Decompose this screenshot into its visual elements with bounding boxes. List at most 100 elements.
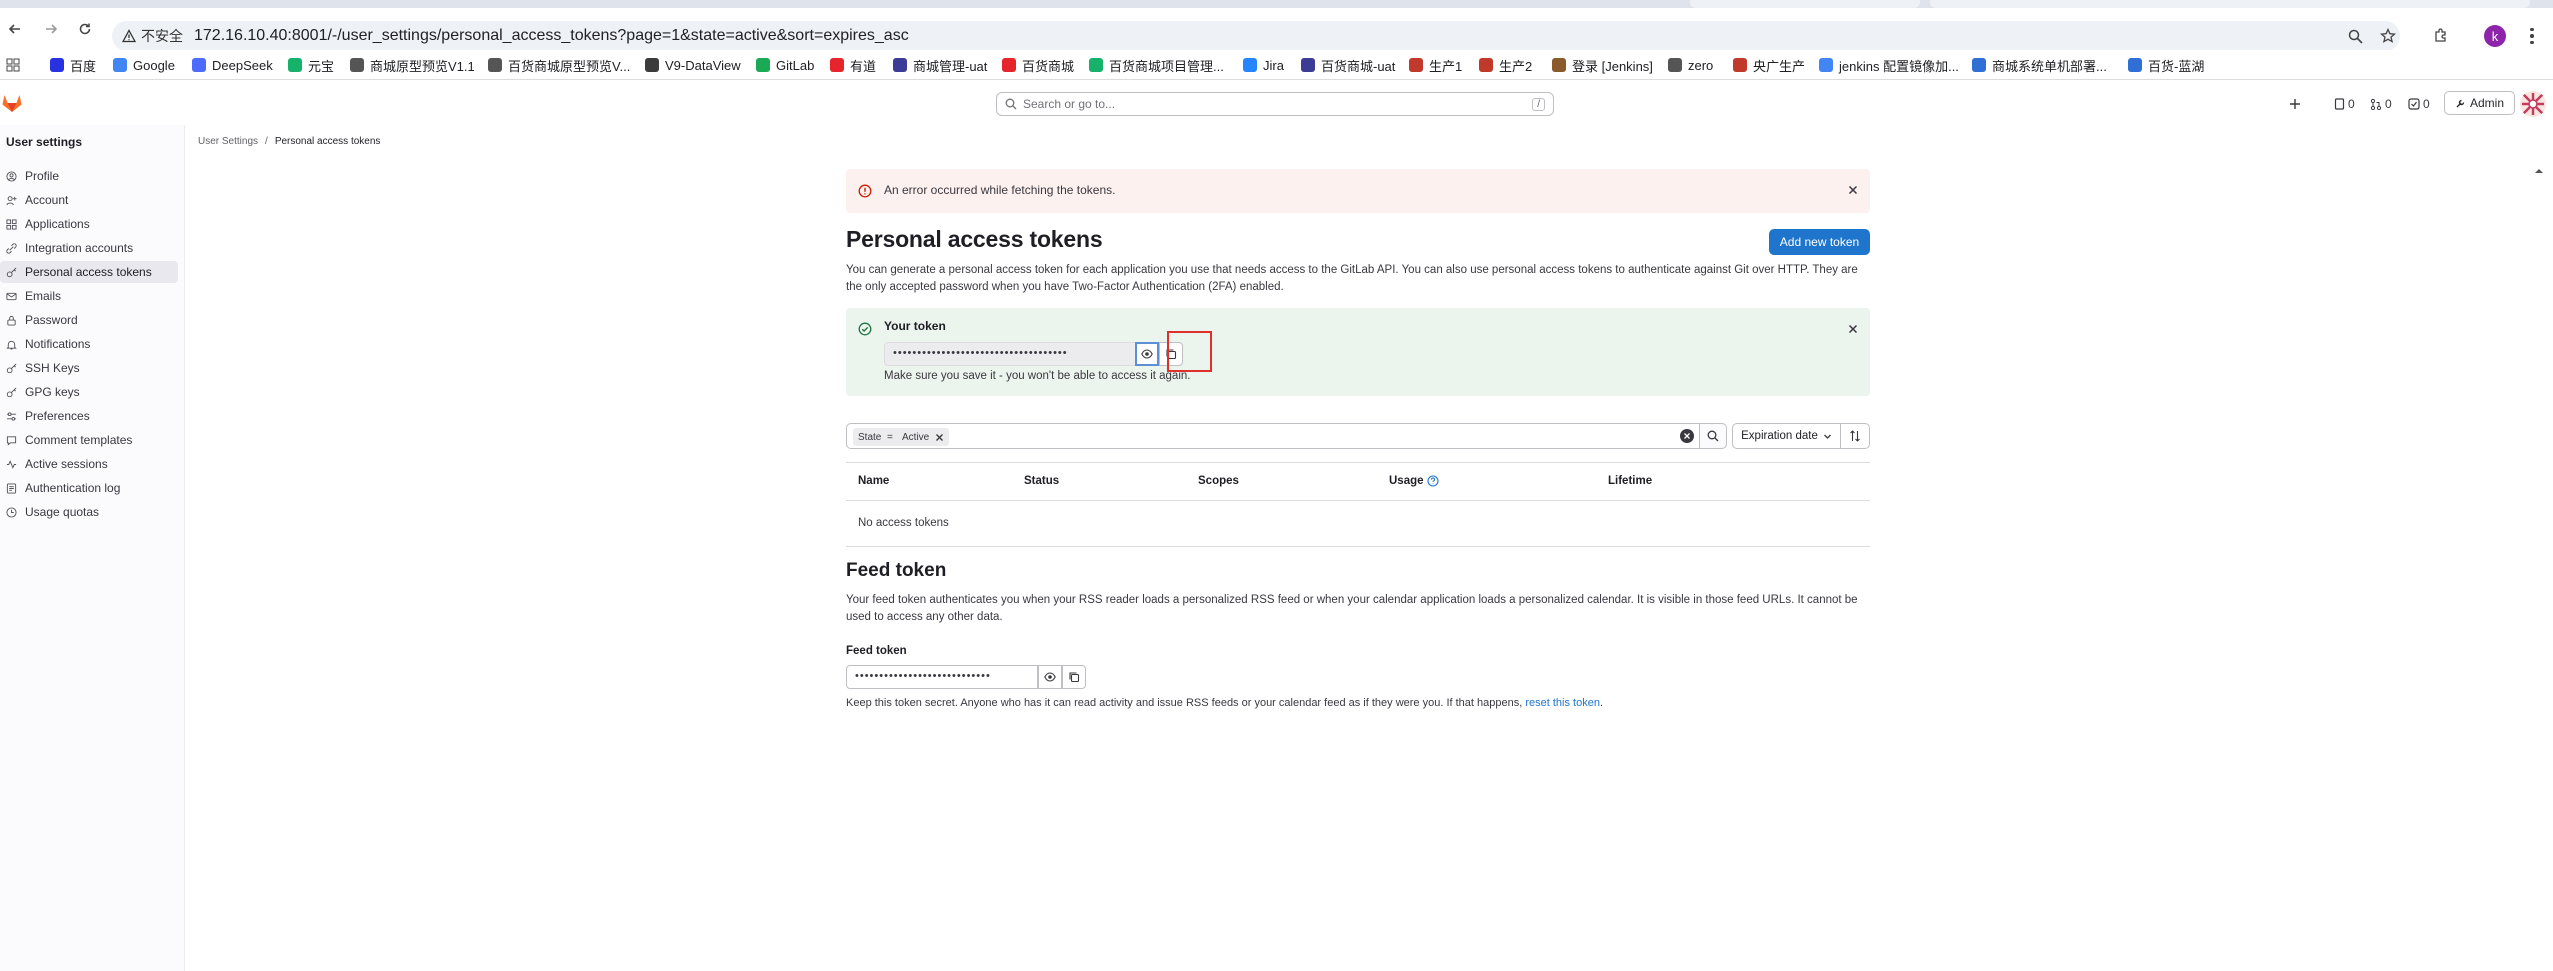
- bookmark-item[interactable]: 百度: [50, 55, 96, 75]
- bookmark-favicon-icon: [1552, 58, 1566, 72]
- url-box[interactable]: 不安全 172.16.10.40:8001/-/user_settings/pe…: [112, 21, 2400, 51]
- eye-icon: [1141, 349, 1153, 359]
- apps-icon[interactable]: [6, 55, 20, 75]
- reveal-feed-token-button[interactable]: [1038, 665, 1062, 689]
- issues-counter[interactable]: 0: [2334, 95, 2355, 113]
- close-icon[interactable]: [1846, 183, 1860, 197]
- column-header-scopes[interactable]: Scopes: [1198, 475, 1239, 487]
- sidebar-item-integration-accounts[interactable]: Integration accounts: [0, 237, 178, 259]
- bookmark-item[interactable]: DeepSeek: [192, 55, 273, 75]
- browser-menu-icon[interactable]: [2524, 25, 2540, 47]
- scroll-up-arrow[interactable]: [2534, 166, 2544, 176]
- global-search[interactable]: Search or go to... /: [996, 92, 1554, 116]
- bookmark-item[interactable]: jenkins 配置镜像加...: [1819, 55, 1959, 75]
- extensions-icon[interactable]: [2430, 25, 2452, 47]
- breadcrumb-current[interactable]: Personal access tokens: [275, 136, 381, 147]
- user-avatar[interactable]: [2520, 91, 2546, 117]
- bookmark-item[interactable]: Google: [113, 55, 175, 75]
- copy-button-highlight: [1167, 331, 1212, 372]
- profile-icon: [6, 170, 17, 182]
- bookmark-item[interactable]: 商城管理-uat: [893, 55, 987, 75]
- token-value-field[interactable]: ••••••••••••••••••••••••••••••••••••: [884, 342, 1176, 366]
- sidebar-item-gpg-keys[interactable]: GPG keys: [0, 381, 178, 403]
- bookmark-item[interactable]: 百货-蓝湖: [2128, 55, 2204, 75]
- reload-button[interactable]: [74, 18, 96, 40]
- copy-feed-token-button[interactable]: [1062, 665, 1086, 689]
- sidebar-item-ssh-keys[interactable]: SSH Keys: [0, 357, 178, 379]
- column-header-name[interactable]: Name: [858, 475, 889, 487]
- column-header-usage[interactable]: Usage: [1389, 475, 1439, 487]
- issues-icon: [2334, 98, 2345, 110]
- sidebar-item-usage-quotas[interactable]: Usage quotas: [0, 501, 178, 523]
- bookmark-star-icon[interactable]: [2377, 25, 2399, 47]
- sort-direction-button[interactable]: [1841, 423, 1870, 449]
- add-new-token-button[interactable]: Add new token: [1769, 229, 1870, 255]
- bookmark-item[interactable]: 百货商城-uat: [1301, 55, 1395, 75]
- todo-icon: [2408, 98, 2420, 110]
- bookmark-item[interactable]: 商城系统单机部署...: [1972, 55, 2107, 75]
- bookmark-item[interactable]: 百货商城项目管理...: [1089, 55, 1224, 75]
- sessions-icon: [6, 459, 17, 469]
- bookmark-item[interactable]: 商城原型预览V1.1: [350, 55, 475, 75]
- bookmark-favicon-icon: [756, 58, 770, 72]
- zoom-icon[interactable]: [2344, 25, 2366, 47]
- remove-filter-icon[interactable]: [935, 433, 944, 442]
- bookmark-label: GitLab: [776, 57, 815, 73]
- bookmark-item[interactable]: 央广生产: [1733, 55, 1805, 75]
- sidebar-item-account[interactable]: Account: [0, 189, 178, 211]
- sidebar-item-comment-templates[interactable]: Comment templates: [0, 429, 178, 451]
- filter-token-value[interactable]: Active: [897, 428, 950, 446]
- bookmark-item[interactable]: 登录 [Jenkins]: [1552, 55, 1653, 75]
- sidebar-item-preferences[interactable]: Preferences: [0, 405, 178, 427]
- bookmark-item[interactable]: GitLab: [756, 55, 814, 75]
- filter-token-key[interactable]: State: [853, 428, 887, 446]
- bookmark-item[interactable]: 生产1: [1409, 55, 1462, 75]
- forward-button[interactable]: [40, 18, 62, 40]
- feed-token-field[interactable]: ••••••••••••••••••••••••••••: [846, 665, 1038, 689]
- breadcrumb-parent[interactable]: User Settings: [198, 136, 258, 147]
- browser-tab[interactable]: [1690, 0, 1920, 8]
- back-button[interactable]: [4, 18, 26, 40]
- column-header-lifetime[interactable]: Lifetime: [1608, 475, 1652, 487]
- security-warning[interactable]: 不安全: [122, 21, 183, 51]
- sidebar-item-authentication-log[interactable]: Authentication log: [0, 477, 178, 499]
- sort-dropdown[interactable]: Expiration date: [1732, 423, 1841, 449]
- reveal-token-button[interactable]: [1135, 342, 1159, 366]
- help-icon[interactable]: [1426, 475, 1439, 487]
- bookmark-label: DeepSeek: [212, 57, 273, 73]
- bookmark-item[interactable]: Jira: [1243, 55, 1284, 75]
- browser-profile-avatar[interactable]: k: [2484, 25, 2506, 47]
- reset-token-link[interactable]: reset this token: [1525, 697, 1600, 709]
- bookmark-item[interactable]: 生产2: [1479, 55, 1532, 75]
- bookmark-item[interactable]: 百货商城: [1002, 55, 1074, 75]
- bookmark-item[interactable]: 有道: [830, 55, 876, 75]
- bookmark-item[interactable]: 元宝: [288, 55, 334, 75]
- sidebar-item-emails[interactable]: Emails: [0, 285, 178, 307]
- close-icon[interactable]: [1846, 322, 1860, 336]
- sidebar-item-label: Password: [25, 313, 78, 327]
- sidebar-item-personal-access-tokens[interactable]: Personal access tokens: [0, 261, 178, 283]
- sidebar-item-profile[interactable]: Profile: [0, 165, 178, 187]
- column-header-status[interactable]: Status: [1024, 475, 1059, 487]
- bookmark-item[interactable]: 百货商城原型预览V...: [488, 55, 630, 75]
- filter-search-bar[interactable]: State = Active: [846, 423, 1700, 449]
- bookmark-item[interactable]: V9-DataView: [645, 55, 741, 75]
- bookmark-label: 央广生产: [1753, 58, 1806, 74]
- clear-filter-icon[interactable]: [1680, 429, 1694, 443]
- merge-requests-counter[interactable]: 0: [2370, 95, 2392, 113]
- filter-token-operator[interactable]: =: [883, 428, 897, 446]
- url-text[interactable]: 172.16.10.40:8001/-/user_settings/person…: [194, 21, 909, 51]
- sidebar-item-active-sessions[interactable]: Active sessions: [0, 453, 178, 475]
- admin-button[interactable]: Admin: [2444, 91, 2515, 115]
- new-token-alert: Your token •••••••••••••••••••••••••••••…: [846, 308, 1870, 396]
- bookmark-item[interactable]: zero: [1668, 55, 1713, 75]
- bookmark-label: 百货商城原型预览V...: [508, 58, 631, 74]
- sidebar-item-notifications[interactable]: Notifications: [0, 333, 178, 355]
- sidebar-item-applications[interactable]: Applications: [0, 213, 178, 235]
- filter-search-button[interactable]: [1700, 423, 1727, 449]
- gitlab-logo-icon[interactable]: [0, 91, 24, 115]
- sidebar-item-password[interactable]: Password: [0, 309, 178, 331]
- todos-counter[interactable]: 0: [2408, 95, 2430, 113]
- create-new-icon[interactable]: [2289, 95, 2301, 113]
- browser-tab[interactable]: [1930, 0, 2530, 8]
